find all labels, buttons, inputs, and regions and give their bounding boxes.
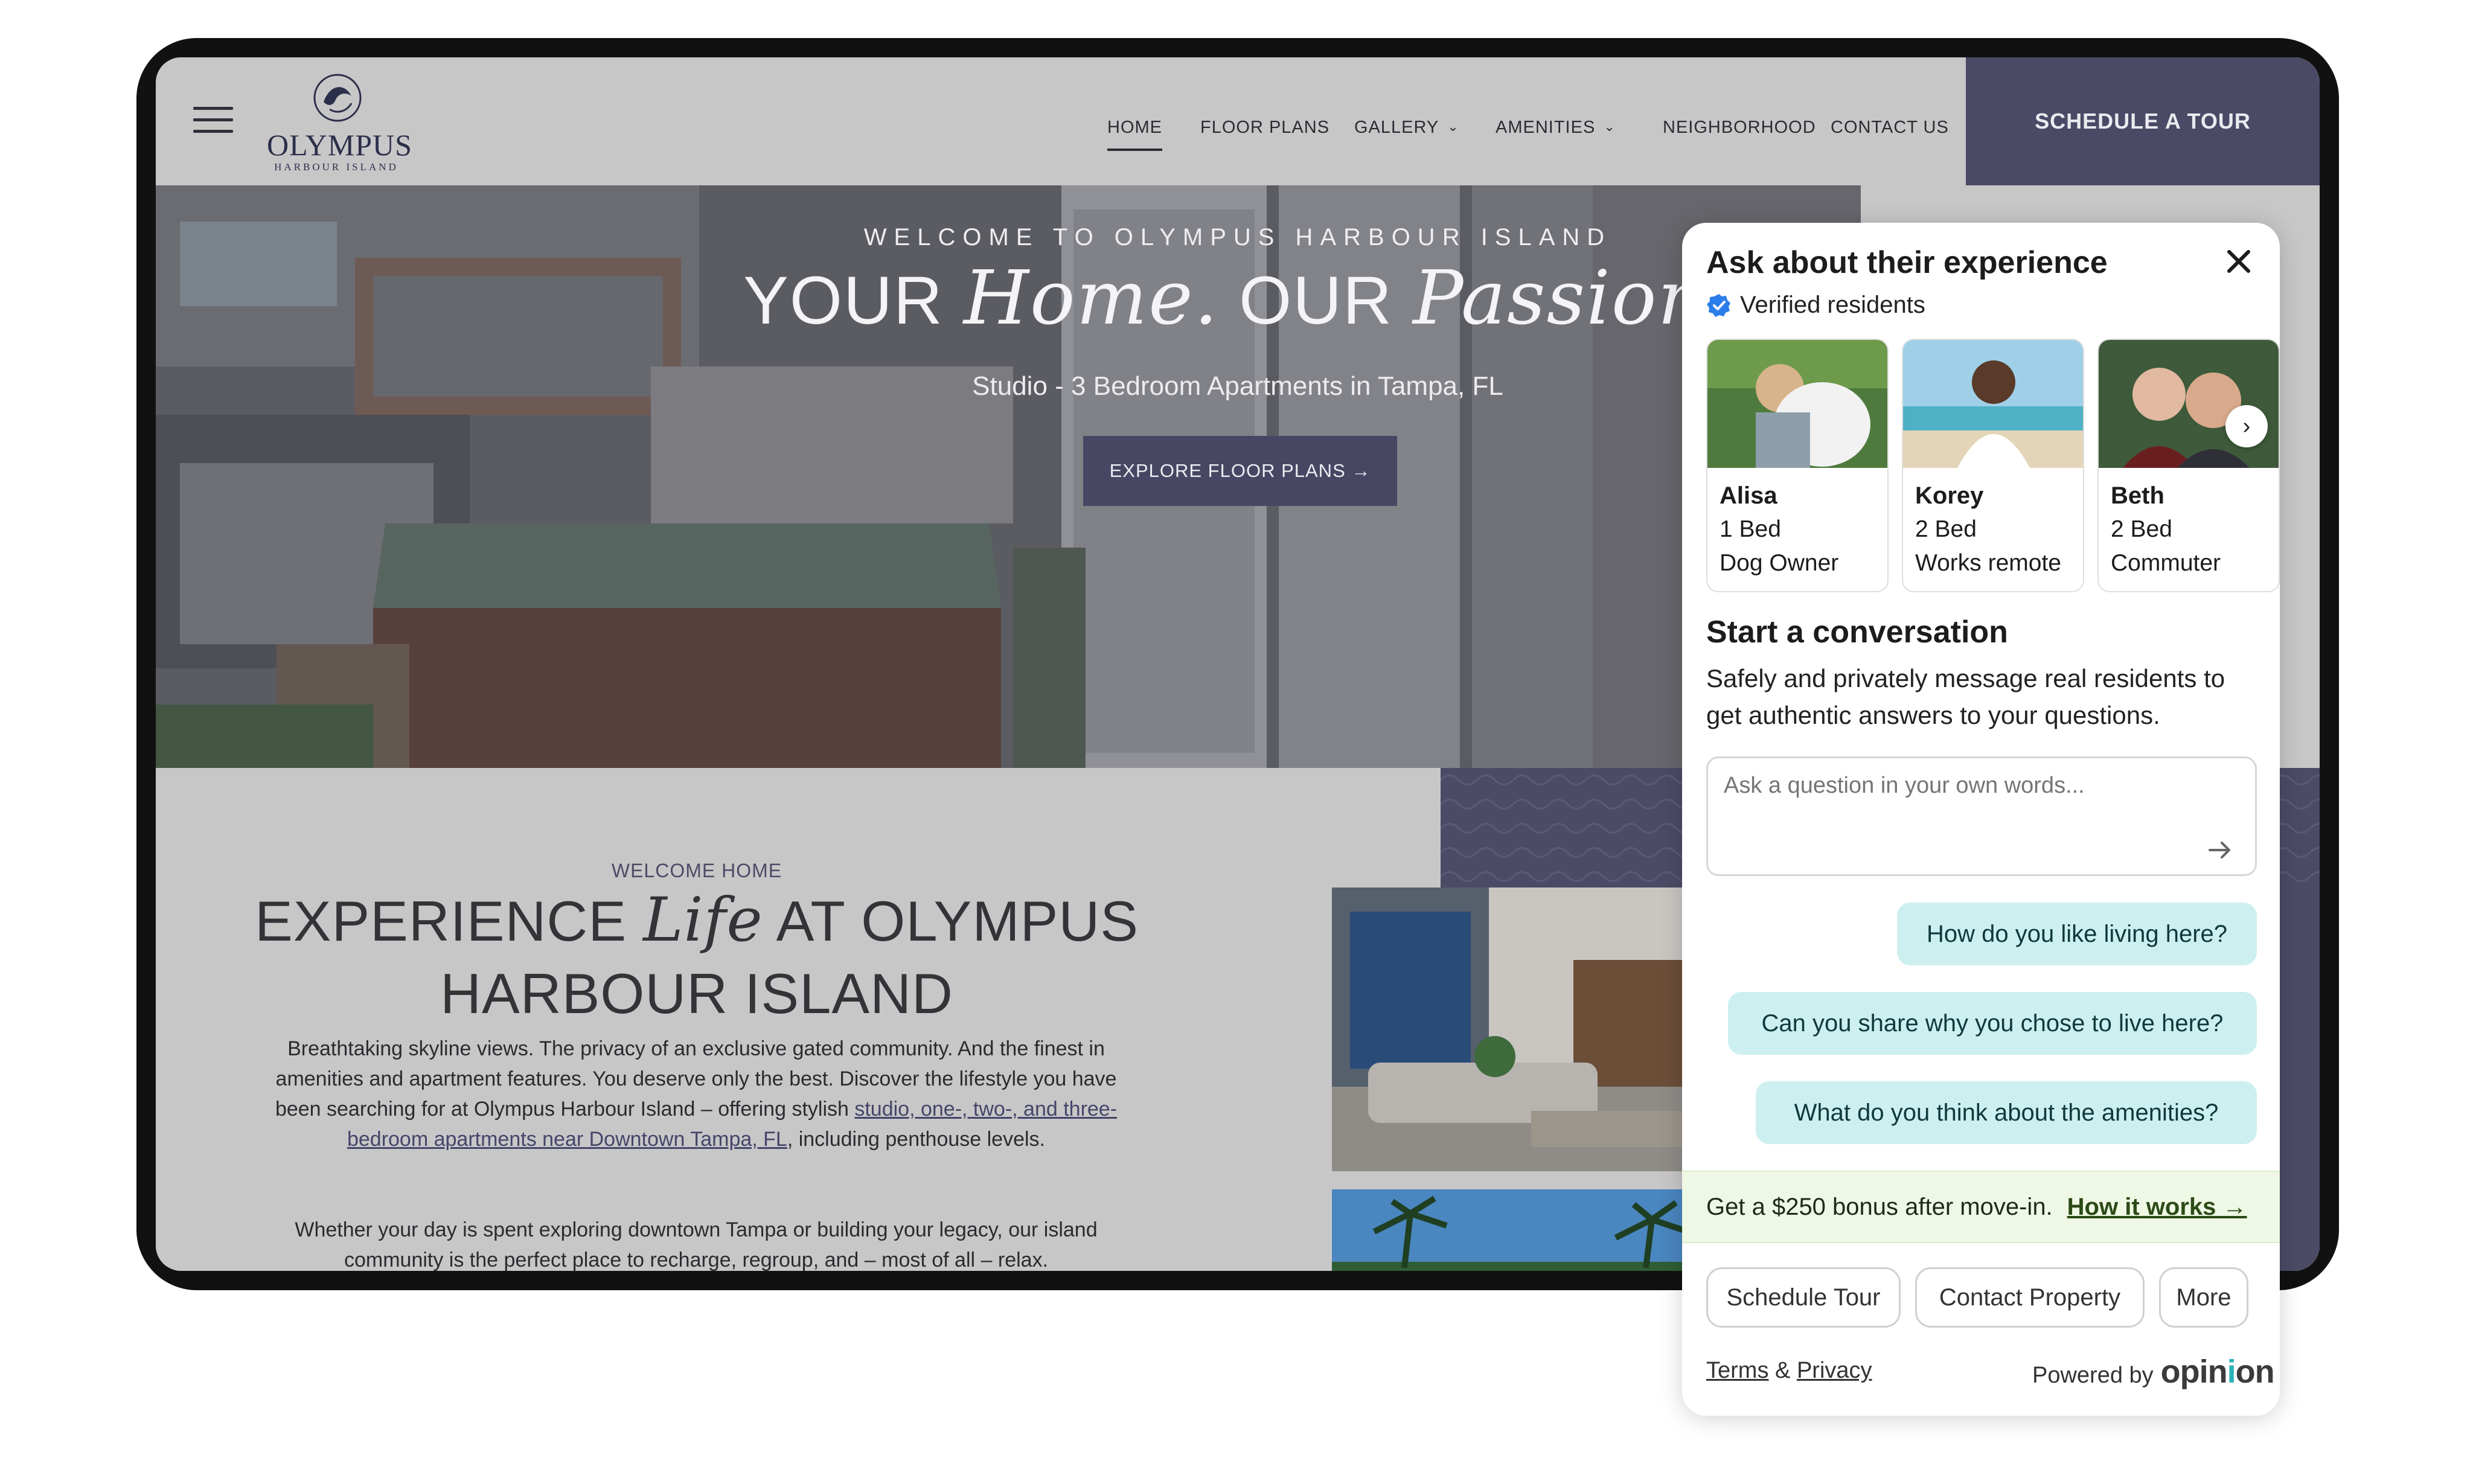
schedule-tour-button[interactable]: SCHEDULE A TOUR (1966, 57, 2320, 185)
nav-home[interactable]: HOME (1107, 118, 1162, 151)
powered-by-label: Powered by (2032, 1363, 2154, 1388)
legal-links: Terms & Privacy (1706, 1358, 1872, 1384)
resident-tag: Works remote (1915, 550, 2061, 576)
suggested-question[interactable]: What do you think about the amenities? (1756, 1081, 2257, 1144)
nav-gallery-label: GALLERY (1354, 118, 1439, 137)
welcome-body-end: , including penthouse levels. (787, 1128, 1046, 1151)
contact-property-button[interactable]: Contact Property (1915, 1267, 2145, 1328)
resident-tag: Commuter (2111, 550, 2221, 576)
nav-contact-us[interactable]: CONTACT US (1831, 118, 1949, 138)
verified-check-icon (1707, 293, 1730, 317)
resident-beds: 2 Bed (1915, 516, 1977, 542)
welcome-title-line2: HARBOUR ISLAND (440, 962, 953, 1025)
resident-card-korey[interactable]: Korey 2 Bed Works remote (1902, 339, 2084, 592)
welcome-title-part2: AT OLYMPUS (763, 889, 1139, 953)
welcome-title-part1: EXPERIENCE (255, 889, 644, 953)
welcome-body-2: Whether your day is spent exploring down… (295, 1218, 1098, 1271)
nav-amenities-label: AMENITIES (1496, 118, 1596, 137)
resident-photo (1903, 340, 2083, 468)
resident-photo-beth (2099, 340, 2279, 468)
resident-name: Korey (1915, 482, 1984, 509)
welcome-body: Breathtaking skyline views. The privacy … (252, 1034, 1140, 1154)
more-button[interactable]: More (2159, 1267, 2248, 1328)
hero-title-part1: YOUR (743, 263, 964, 338)
question-input[interactable] (1706, 756, 2257, 876)
carousel-next-button[interactable]: › (2225, 405, 2268, 447)
resident-photo (1707, 340, 1887, 468)
start-conversation-title: Start a conversation (1706, 615, 2008, 650)
explore-floor-plans-button[interactable]: EXPLORE FLOOR PLANS → (1083, 436, 1397, 506)
verified-residents: Verified residents (1706, 292, 1925, 319)
resident-beds: 1 Bed (1720, 516, 1781, 542)
resident-photo-korey (1903, 340, 2083, 468)
terms-link[interactable]: Terms (1706, 1358, 1768, 1383)
chevron-down-icon: ⌄ (1604, 119, 1616, 134)
suggested-question[interactable]: Can you share why you chose to live here… (1728, 992, 2257, 1055)
verified-label: Verified residents (1740, 292, 1925, 318)
brand-part3: on (2235, 1354, 2275, 1390)
move-in-bonus-banner: Get a $250 bonus after move-in. How it w… (1682, 1171, 2280, 1243)
resident-chat-widget: Ask about their experience Verified resi… (1682, 223, 2280, 1416)
resident-photo (2099, 340, 2279, 468)
nav-amenities[interactable]: AMENITIES ⌄ (1496, 118, 1616, 138)
how-it-works-link[interactable]: How it works → (2067, 1194, 2247, 1221)
resident-name: Alisa (1720, 482, 1777, 509)
welcome-label: WELCOME HOME (611, 860, 782, 881)
schedule-tour-pill-button[interactable]: Schedule Tour (1706, 1267, 1901, 1328)
welcome-title: EXPERIENCE Life AT OLYMPUS HARBOUR ISLAN… (156, 884, 1238, 1030)
legal-separator: & (1775, 1358, 1791, 1383)
nav-floor-plans[interactable]: FLOOR PLANS (1200, 118, 1329, 138)
site-header: OLYMPUS HARBOUR ISLAND HOME FLOOR PLANS … (156, 57, 2320, 185)
resident-tag: Dog Owner (1720, 550, 1839, 576)
start-conversation-description: Safely and privately message real reside… (1706, 664, 2225, 729)
chevron-down-icon: ⌄ (1447, 119, 1459, 134)
powered-by[interactable]: Powered by opinion (2032, 1353, 2275, 1390)
brand-part1: opin (2160, 1354, 2228, 1390)
welcome-title-script: Life (643, 884, 763, 955)
suggested-question[interactable]: How do you like living here? (1897, 903, 2257, 965)
resident-beds: 2 Bed (2111, 516, 2172, 542)
resident-card-beth[interactable]: Beth 2 Bed Commuter (2097, 339, 2280, 592)
hero-title-script1: Home. (963, 255, 1220, 342)
chevron-right-icon: › (2242, 413, 2251, 439)
hero-title-part2: OUR (1219, 263, 1413, 338)
nav-neighborhood[interactable]: NEIGHBORHOOD (1663, 118, 1816, 138)
resident-name: Beth (2111, 482, 2164, 509)
widget-title: Ask about their experience (1706, 245, 2108, 280)
opinion-logo: opinion (2160, 1353, 2275, 1390)
close-icon[interactable] (2221, 243, 2257, 280)
nav-gallery[interactable]: GALLERY ⌄ (1354, 118, 1459, 138)
resident-photo-alisa (1707, 340, 1887, 468)
privacy-link[interactable]: Privacy (1797, 1358, 1872, 1383)
bonus-text: Get a $250 bonus after move-in. (1706, 1193, 2053, 1220)
send-arrow-icon[interactable] (2205, 835, 2235, 865)
resident-card-alisa[interactable]: Alisa 1 Bed Dog Owner (1706, 339, 1889, 592)
brand-part2: i (2227, 1354, 2236, 1390)
